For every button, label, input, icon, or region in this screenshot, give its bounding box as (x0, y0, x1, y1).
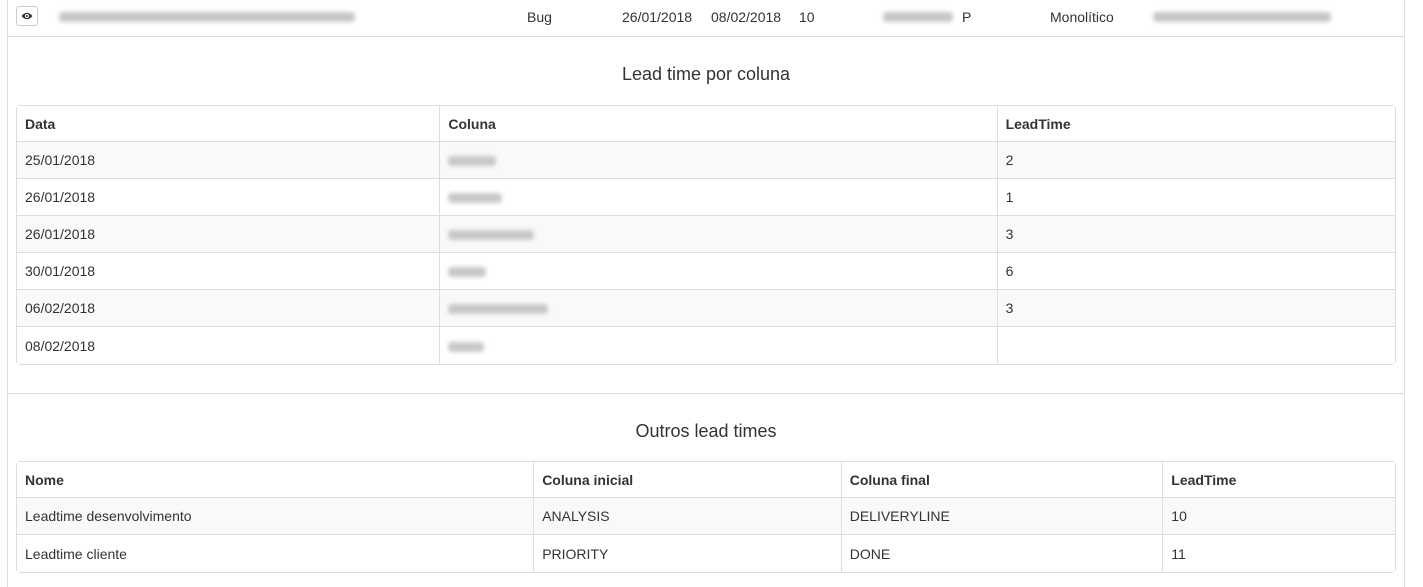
table-row: 25/01/2018 2 (17, 142, 1395, 179)
cell-leadtime: 3 (997, 216, 1395, 253)
cell-leadtime: 3 (997, 290, 1395, 327)
cell-coluna-redacted (440, 216, 998, 253)
view-button[interactable] (16, 6, 38, 26)
section-divider (7, 393, 1405, 394)
outros-lead-times-title: Outros lead times (635, 421, 777, 441)
cell-data: 08/02/2018 (17, 327, 441, 364)
cell-leadtime: 6 (997, 253, 1395, 290)
card-system: Monolítico (1050, 9, 1114, 25)
card-summary-row: Bug 26/01/2018 08/02/2018 10 P Monolític… (7, 0, 1405, 37)
cell-coluna-final: DELIVERYLINE (841, 498, 1164, 535)
cell-coluna-redacted (440, 179, 998, 216)
eye-icon (21, 12, 33, 20)
cell-coluna-redacted (440, 142, 998, 179)
cell-data: 26/01/2018 (17, 179, 441, 216)
card-lead-time: 10 (799, 9, 815, 25)
column-header: Data (17, 106, 441, 142)
cell-leadtime: 1 (997, 179, 1395, 216)
cell-nome: Leadtime desenvolvimento (17, 498, 535, 535)
column-header: Nome (17, 462, 535, 498)
cell-data: 25/01/2018 (17, 142, 441, 179)
cell-leadtime: 10 (1163, 498, 1395, 535)
cell-leadtime (997, 327, 1395, 364)
cell-data: 06/02/2018 (17, 290, 441, 327)
column-header: Coluna inicial (534, 462, 842, 498)
card-type: Bug (527, 9, 552, 25)
card-owner-redacted (883, 12, 953, 22)
column-header: Coluna (440, 106, 998, 142)
column-header: LeadTime (997, 106, 1395, 142)
column-header: Coluna final (841, 462, 1164, 498)
cell-data: 26/01/2018 (17, 216, 441, 253)
cell-nome: Leadtime cliente (17, 535, 535, 572)
table-row: 26/01/2018 1 (17, 179, 1395, 216)
table-row: 08/02/2018 (17, 327, 1395, 364)
table-header-row: Nome Coluna inicial Coluna final LeadTim… (17, 462, 1395, 498)
lead-time-por-coluna-title: Lead time por coluna (621, 64, 791, 84)
cell-coluna-redacted (440, 253, 998, 290)
outros-lead-times-table: Nome Coluna inicial Coluna final LeadTim… (16, 461, 1396, 573)
cell-coluna-final: DONE (841, 535, 1164, 572)
cell-coluna-inicial: PRIORITY (534, 535, 842, 572)
table-row: Leadtime desenvolvimento ANALYSIS DELIVE… (17, 498, 1395, 535)
table-row: Leadtime cliente PRIORITY DONE 11 (17, 535, 1395, 572)
cell-coluna-inicial: ANALYSIS (534, 498, 842, 535)
cell-leadtime: 2 (997, 142, 1395, 179)
table-row: 26/01/2018 3 (17, 216, 1395, 253)
card-title-redacted (59, 12, 355, 22)
card-start-date: 26/01/2018 (622, 9, 693, 25)
cell-leadtime: 11 (1163, 535, 1395, 572)
column-header: LeadTime (1163, 462, 1395, 498)
card-end-date: 08/02/2018 (711, 9, 782, 25)
table-row: 06/02/2018 3 (17, 290, 1395, 327)
cell-coluna-redacted (440, 290, 998, 327)
cell-coluna-redacted (440, 327, 998, 364)
card-team-redacted (1153, 12, 1331, 22)
table-header-row: Data Coluna LeadTime (17, 106, 1395, 142)
card-size: P (962, 9, 972, 25)
table-row: 30/01/2018 6 (17, 253, 1395, 290)
lead-time-por-coluna-table: Data Coluna LeadTime 25/01/2018 2 26/01/… (16, 105, 1396, 365)
cell-data: 30/01/2018 (17, 253, 441, 290)
